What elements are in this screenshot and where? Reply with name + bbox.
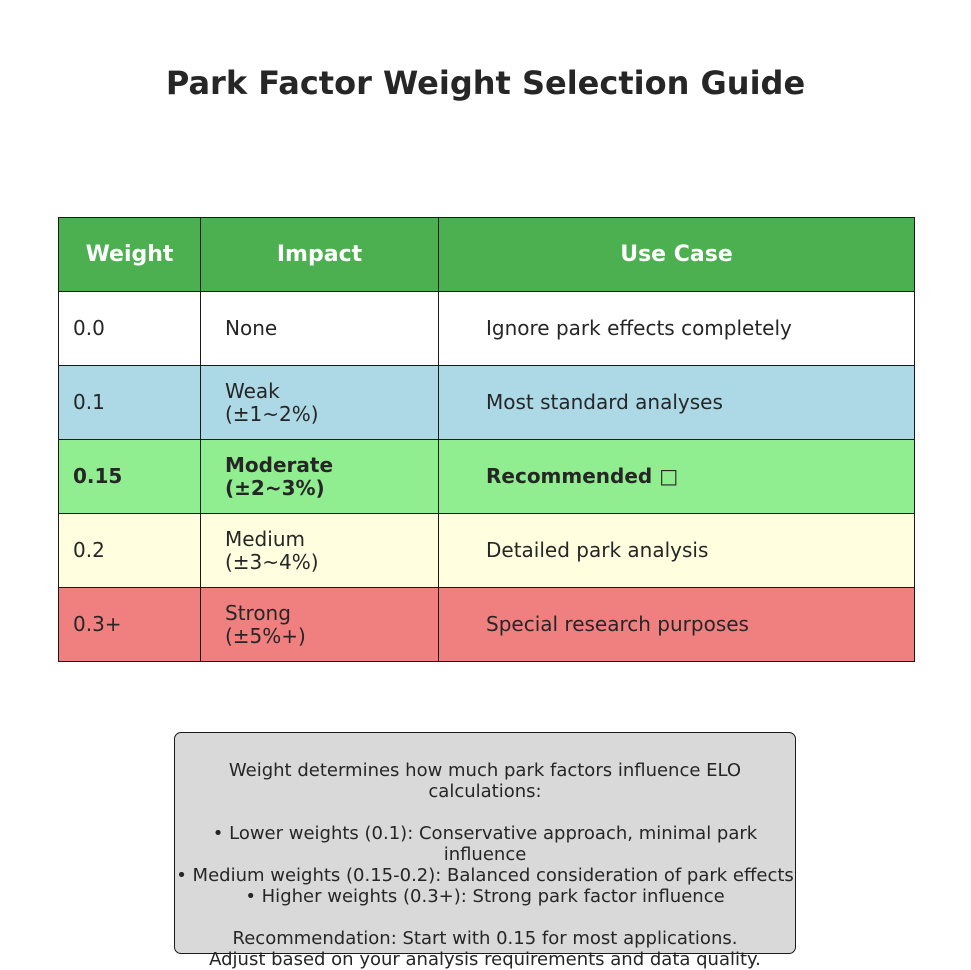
impact-cell: Medium (±3~4%) <box>200 513 439 588</box>
use-case-cell: Detailed park analysis <box>438 513 915 588</box>
weight-cell: 0.3+ <box>58 587 201 662</box>
table-row-recommended: 0.15 Moderate (±2~3%) Recommended □ <box>58 439 915 514</box>
impact-level: Moderate <box>225 452 334 477</box>
weight-cell: 0.15 <box>58 439 201 514</box>
impact-cell: Moderate (±2~3%) <box>200 439 439 514</box>
impact-level: Weak <box>225 378 280 403</box>
table-row: 0.3+ Strong (±5%+) Special research purp… <box>58 587 915 662</box>
use-case-cell: Ignore park effects completely <box>438 291 915 366</box>
impact-range: (±2~3%) <box>225 475 325 500</box>
table-row: 0.2 Medium (±3~4%) Detailed park analysi… <box>58 513 915 588</box>
impact-level: Medium <box>225 526 305 551</box>
impact-cell: Weak (±1~2%) <box>200 365 439 440</box>
header-impact: Impact <box>200 217 439 292</box>
use-case-cell: Recommended □ <box>438 439 915 514</box>
notes-adjust: Adjust based on your analysis requiremen… <box>209 949 761 970</box>
table-row: 0.1 Weak (±1~2%) Most standard analyses <box>58 365 915 440</box>
table-header-row: Weight Impact Use Case <box>58 217 915 292</box>
impact-range: (±1~2%) <box>225 401 319 426</box>
weight-cell: 0.2 <box>58 513 201 588</box>
use-case-cell: Most standard analyses <box>438 365 915 440</box>
header-use-case: Use Case <box>438 217 915 292</box>
header-weight: Weight <box>58 217 201 292</box>
weight-cell: 0.0 <box>58 291 201 366</box>
notes-bullet-higher: • Higher weights (0.3+): Strong park fac… <box>245 886 725 907</box>
page-title: Park Factor Weight Selection Guide <box>165 64 806 102</box>
table-row: 0.0 None Ignore park effects completely <box>58 291 915 366</box>
notes-box: Weight determines how much park factors … <box>174 732 796 970</box>
impact-level: Strong <box>225 600 291 625</box>
impact-cell: Strong (±5%+) <box>200 587 439 662</box>
notes-bullet-medium: • Medium weights (0.15-0.2): Balanced co… <box>176 865 794 886</box>
impact-range: (±5%+) <box>225 623 306 648</box>
weight-cell: 0.1 <box>58 365 201 440</box>
notes-recommendation: Recommendation: Start with 0.15 for most… <box>232 928 738 949</box>
impact-cell: None <box>200 291 439 366</box>
notes-bullet-lower: • Lower weights (0.1): Conservative appr… <box>212 823 758 865</box>
impact-level: None <box>225 316 278 340</box>
notes-intro: Weight determines how much park factors … <box>228 760 742 802</box>
use-case-cell: Special research purposes <box>438 587 915 662</box>
impact-range: (±3~4%) <box>225 549 319 574</box>
weight-guide-table: Weight Impact Use Case 0.0 None Ignore p… <box>58 217 915 662</box>
